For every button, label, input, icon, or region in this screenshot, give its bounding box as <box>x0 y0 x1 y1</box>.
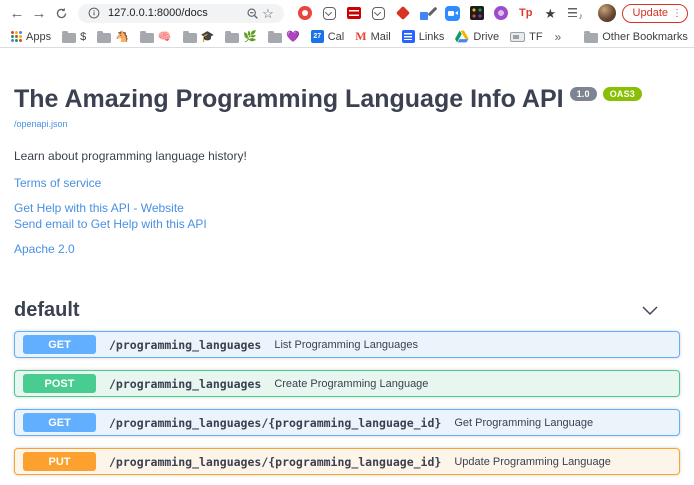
chrome-update-button[interactable]: Update ⋮ <box>622 4 688 23</box>
endpoint-summary: Update Programming Language <box>454 456 611 468</box>
help-website-link[interactable]: Get Help with this API - Website <box>14 201 680 215</box>
extension-mosaic-icon[interactable] <box>469 5 485 21</box>
browser-toolbar: ← → 127.0.0.1:8000/docs ☆ <box>0 0 694 26</box>
update-label: Update <box>633 7 668 19</box>
bookmark-links[interactable]: Links <box>399 30 448 43</box>
bookmark-star-icon[interactable]: ☆ <box>260 5 276 21</box>
folder-icon <box>268 33 282 43</box>
folder-icon <box>140 33 154 43</box>
profile-avatar[interactable] <box>598 4 616 22</box>
bookmark-tf[interactable]: TF <box>507 31 545 43</box>
bookmark-drive[interactable]: Drive <box>452 30 502 43</box>
endpoint-row-get-one[interactable]: GET /programming_languages/{programming_… <box>14 409 680 436</box>
method-badge: GET <box>23 413 96 432</box>
folder-icon <box>225 33 239 43</box>
method-badge: GET <box>23 335 96 354</box>
bookmarks-overflow-chevron[interactable]: » <box>551 30 566 44</box>
oas3-badge: OAS3 <box>603 87 642 101</box>
bookmark-folder-heart[interactable]: 💜 <box>265 30 303 43</box>
back-button[interactable]: ← <box>6 2 28 24</box>
bookmark-folder-dollar[interactable]: $ <box>59 31 89 43</box>
section-title: default <box>14 299 80 322</box>
openapi-spec-link[interactable]: /openapi.json <box>14 119 68 129</box>
bookmark-apps[interactable]: Apps <box>8 31 54 43</box>
terms-of-service-link[interactable]: Terms of service <box>14 176 680 190</box>
endpoint-row-put-update[interactable]: PUT /programming_languages/{programming_… <box>14 448 680 475</box>
help-email-link[interactable]: Send email to Get Help with this API <box>14 217 680 231</box>
site-info-icon[interactable] <box>86 5 102 21</box>
endpoint-summary: Get Programming Language <box>454 417 593 429</box>
reload-button[interactable] <box>50 2 72 24</box>
zoom-camera-icon[interactable] <box>444 5 460 21</box>
swagger-page: The Amazing Programming Language Info AP… <box>0 85 694 485</box>
folder-icon <box>62 33 76 43</box>
browser-menu-icon[interactable]: ⋮ <box>672 8 682 19</box>
license-link[interactable]: Apache 2.0 <box>14 242 680 256</box>
extension-speech-bubble-icon[interactable] <box>321 5 337 21</box>
apps-grid-icon <box>11 31 22 42</box>
bookmark-folder-horse[interactable]: 🐴 <box>94 30 132 43</box>
method-badge: POST <box>23 374 96 393</box>
bookmarks-bar: Apps $ 🐴 🧠 🎓 🌿 💜 27 Cal M Mail Links <box>0 26 694 48</box>
endpoint-path: /programming_languages <box>109 338 261 352</box>
gmail-icon: M <box>355 29 366 44</box>
address-bar[interactable]: 127.0.0.1:8000/docs ☆ <box>78 4 284 23</box>
zoom-out-icon[interactable] <box>244 5 260 21</box>
bookmark-folder-gradcap[interactable]: 🎓 <box>180 30 218 43</box>
other-bookmarks[interactable]: Other Bookmarks <box>581 31 691 43</box>
bookmark-mail[interactable]: M Mail <box>352 29 394 44</box>
endpoint-path: /programming_languages <box>109 377 261 391</box>
folder-icon <box>97 33 111 43</box>
endpoint-summary: Create Programming Language <box>274 378 428 390</box>
extension-red-circle-icon[interactable] <box>297 5 313 21</box>
endpoint-path: /programming_languages/{programming_lang… <box>109 455 441 469</box>
endpoint-row-get-list[interactable]: GET /programming_languages List Programm… <box>14 331 680 358</box>
calendar-icon: 27 <box>311 30 324 43</box>
extension-pinwheel-icon[interactable]: ★ <box>542 5 558 21</box>
extension-purple-flower-icon[interactable] <box>493 5 509 21</box>
extension-red-badge-icon[interactable] <box>346 5 362 21</box>
extension-tp-icon[interactable]: Tp <box>518 5 534 21</box>
bookmark-folder-brain[interactable]: 🧠 <box>137 30 175 43</box>
endpoint-summary: List Programming Languages <box>274 339 418 351</box>
version-badge: 1.0 <box>570 87 597 101</box>
page-title: The Amazing Programming Language Info AP… <box>14 85 680 114</box>
reload-icon <box>55 7 68 20</box>
bookmark-calendar[interactable]: 27 Cal <box>308 30 348 43</box>
folder-icon <box>183 33 197 43</box>
method-badge: PUT <box>23 452 96 471</box>
chevron-down-icon[interactable] <box>642 306 658 315</box>
extension-red-diamond-icon[interactable] <box>395 5 411 21</box>
eyedropper-icon[interactable] <box>419 5 435 21</box>
endpoint-path: /programming_languages/{programming_lang… <box>109 416 441 430</box>
endpoint-row-post-create[interactable]: POST /programming_languages Create Progr… <box>14 370 680 397</box>
extensions-area: Tp ★ <box>284 5 596 21</box>
extension-playlist-icon[interactable] <box>567 5 583 21</box>
drive-icon <box>455 30 469 43</box>
api-description: Learn about programming language history… <box>14 149 680 163</box>
links-icon <box>402 30 415 43</box>
forward-button[interactable]: → <box>28 2 50 24</box>
folder-icon <box>584 33 598 43</box>
pocket-icon[interactable] <box>370 5 386 21</box>
url-text[interactable]: 127.0.0.1:8000/docs <box>108 7 208 19</box>
tag-section-header[interactable]: default <box>14 293 680 331</box>
card-icon <box>510 32 525 42</box>
bookmark-folder-leaf[interactable]: 🌿 <box>222 30 260 43</box>
